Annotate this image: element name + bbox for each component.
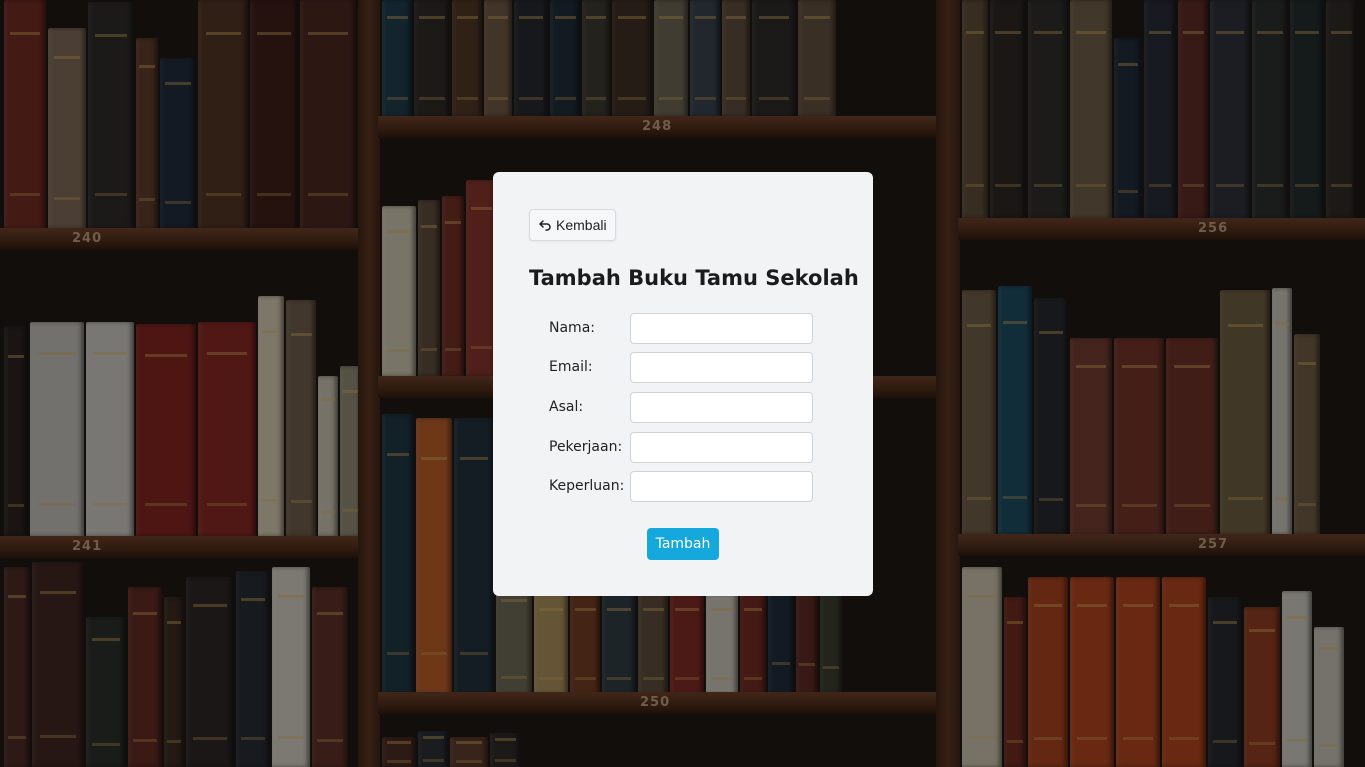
page-title: Tambah Buku Tamu Sekolah (529, 266, 859, 290)
form-row-asal: Asal: (549, 391, 813, 423)
pekerjaan-label: Pekerjaan: (549, 439, 623, 455)
form-row-pekerjaan: Pekerjaan: (549, 431, 813, 463)
email-label: Email: (549, 359, 593, 375)
form-row-nama: Nama: (549, 312, 813, 344)
keperluan-input[interactable] (630, 470, 813, 502)
asal-label: Asal: (549, 399, 584, 415)
nama-label: Nama: (549, 320, 595, 336)
guestbook-form-card: Kembali Tambah Buku Tamu Sekolah Nama: E… (493, 172, 873, 596)
keperluan-label: Keperluan: (549, 478, 625, 494)
back-button-label: Kembali (556, 217, 607, 233)
form-row-email: Email: (549, 351, 813, 383)
asal-input[interactable] (630, 391, 813, 423)
nama-input[interactable] (630, 312, 813, 344)
back-button[interactable]: Kembali (529, 209, 616, 241)
tambah-button[interactable]: Tambah (647, 528, 719, 560)
back-arrow-icon (538, 218, 552, 232)
pekerjaan-input[interactable] (630, 431, 813, 463)
email-input[interactable] (630, 351, 813, 383)
form-row-keperluan: Keperluan: (549, 470, 813, 502)
